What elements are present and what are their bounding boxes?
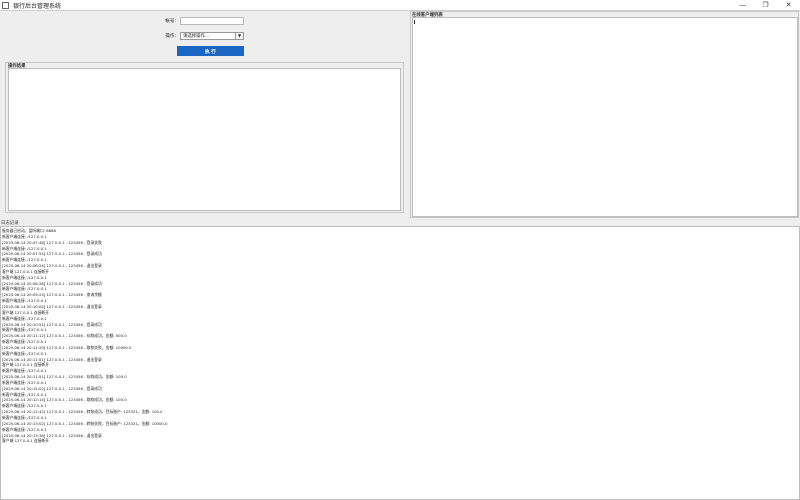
online-clients-list[interactable]: [412, 17, 798, 217]
account-label: 帐号:: [165, 19, 176, 24]
close-icon[interactable]: ✕: [777, 0, 800, 10]
window-controls: — ❐ ✕: [731, 0, 800, 10]
maximize-icon[interactable]: ❐: [754, 0, 777, 10]
chevron-down-icon[interactable]: ▼: [235, 33, 243, 39]
account-input[interactable]: [180, 17, 244, 25]
window-title: 银行后台管理系统: [13, 2, 62, 10]
log-line: 客户端 127.0.0.1 连接断开: [2, 438, 50, 444]
app-icon: [2, 1, 9, 9]
text-cursor: [414, 20, 415, 24]
result-panel: 操作结果: [5, 62, 404, 213]
operation-row: 操作: 请选择操作... ▼: [150, 32, 244, 40]
log-lines: 服务器已启动，监听端口: 8888 新客户端连接: /127.0.0.1 [2025…: [1, 227, 799, 445]
online-clients-panel: 在线客户端列表: [410, 11, 799, 218]
log-textarea[interactable]: 服务器已启动，监听端口: 8888 新客户端连接: /127.0.0.1 [2025…: [0, 226, 800, 500]
result-textarea[interactable]: [8, 68, 401, 211]
operation-label: 操作:: [165, 34, 176, 39]
execute-button[interactable]: 执 行: [177, 46, 244, 56]
minimize-icon[interactable]: —: [731, 0, 754, 10]
operation-select[interactable]: 请选择操作... ▼: [180, 32, 244, 40]
title-bar: 银行后台管理系统 — ❐ ✕: [0, 0, 800, 11]
account-row: 帐号:: [150, 17, 244, 25]
log-panel: 日志记录 服务器已启动，监听端口: 8888 新客户端连接: /127.0.0.1…: [0, 220, 800, 500]
operation-selected-value: 请选择操作...: [183, 34, 210, 39]
